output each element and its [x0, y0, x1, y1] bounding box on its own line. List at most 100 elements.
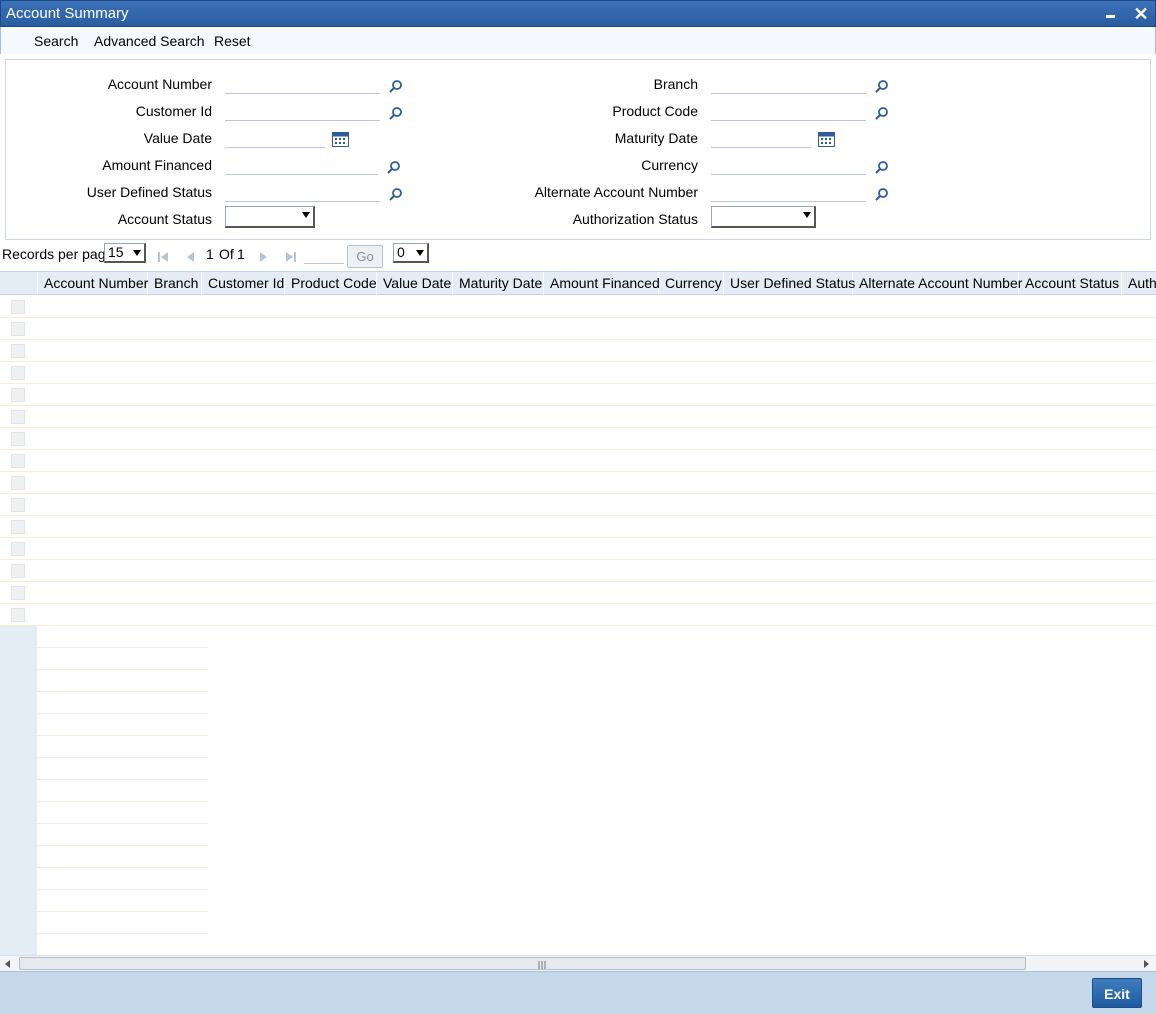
column-header-customer-id[interactable]: Customer Id [202, 272, 285, 295]
row-checkbox[interactable] [11, 322, 25, 336]
calendar-icon[interactable] [818, 131, 835, 147]
maturity-date-field[interactable] [711, 128, 811, 148]
column-header-user-defined-status[interactable]: User Defined Status [724, 272, 855, 295]
column-header-authorization-status[interactable]: Authorization Status [1122, 272, 1156, 295]
user-defined-status-label: User Defined Status [86, 184, 212, 200]
customer-id-field[interactable] [225, 101, 380, 121]
first-page-icon[interactable] [157, 251, 169, 263]
column-header-value-date[interactable]: Value Date [377, 272, 453, 295]
row-checkbox[interactable] [11, 564, 25, 578]
row-selector-stub [0, 912, 37, 934]
row-checkbox[interactable] [11, 366, 25, 380]
column-header-maturity-date[interactable]: Maturity Date [453, 272, 544, 295]
row-checkbox[interactable] [11, 344, 25, 358]
value-date-field[interactable] [225, 128, 325, 148]
column-header-account-number[interactable]: Account Number [38, 272, 148, 295]
records-per-page-select[interactable]: 15 [104, 243, 146, 263]
table-row[interactable] [0, 428, 1156, 450]
column-header-account-status[interactable]: Account Status [1019, 272, 1122, 295]
row-checkbox[interactable] [11, 542, 25, 556]
table-row[interactable] [0, 538, 1156, 560]
table-row[interactable] [0, 582, 1156, 604]
search-criteria-panel: Account Number Customer Id Value Date Am… [5, 59, 1151, 240]
search-button[interactable]: Search [34, 33, 78, 49]
row-checkbox[interactable] [11, 300, 25, 314]
authorization-status-select[interactable] [711, 206, 816, 228]
table-row[interactable] [0, 318, 1156, 340]
of-label: Of [219, 246, 234, 262]
table-row[interactable] [0, 560, 1156, 582]
alternate-account-number-search-icon[interactable] [875, 187, 889, 201]
next-page-icon[interactable] [257, 251, 269, 263]
empty-row [0, 780, 208, 802]
table-row[interactable] [0, 362, 1156, 384]
empty-row [0, 692, 208, 714]
records-per-page-label: Records per page [2, 246, 114, 262]
table-row[interactable] [0, 494, 1156, 516]
row-checkbox[interactable] [11, 410, 25, 424]
row-checkbox[interactable] [11, 608, 25, 622]
row-checkbox[interactable] [11, 586, 25, 600]
table-row[interactable] [0, 406, 1156, 428]
table-row[interactable] [0, 384, 1156, 406]
product-code-field[interactable] [711, 101, 866, 121]
last-page-icon[interactable] [285, 251, 297, 263]
total-pages: 1 [237, 246, 245, 262]
account-status-select[interactable] [225, 206, 315, 228]
currency-field[interactable] [711, 155, 866, 175]
product-code-search-icon[interactable] [875, 106, 889, 120]
scroll-right-icon[interactable] [1144, 960, 1149, 968]
row-checkbox[interactable] [11, 520, 25, 534]
table-row[interactable] [0, 604, 1156, 626]
row-checkbox[interactable] [11, 476, 25, 490]
column-header-currency[interactable]: Currency [659, 272, 724, 295]
go-button[interactable]: Go [347, 245, 383, 268]
row-checkbox[interactable] [11, 454, 25, 468]
customer-id-search-icon[interactable] [389, 106, 403, 120]
select-all-header[interactable] [0, 272, 38, 295]
currency-search-icon[interactable] [875, 160, 889, 174]
column-header-branch[interactable]: Branch [148, 272, 202, 295]
chevron-down-icon [133, 250, 141, 256]
table-row[interactable] [0, 340, 1156, 362]
advanced-search-button[interactable]: Advanced Search [94, 33, 205, 49]
empty-row [0, 846, 208, 868]
scroll-left-icon[interactable] [5, 960, 10, 968]
amount-financed-field[interactable] [225, 155, 378, 175]
minimize-icon[interactable] [1101, 4, 1121, 24]
row-checkbox[interactable] [11, 432, 25, 446]
grid-header: Account Number Branch Customer Id Produc… [0, 271, 1156, 295]
footer-bar: Exit [0, 971, 1156, 1014]
empty-row [0, 934, 208, 955]
column-header-amount-financed[interactable]: Amount Financed [544, 272, 660, 295]
row-selector-stub [0, 670, 37, 692]
table-row[interactable] [0, 516, 1156, 538]
table-row[interactable] [0, 472, 1156, 494]
horizontal-scrollbar[interactable] [0, 955, 1156, 971]
row-checkbox[interactable] [11, 498, 25, 512]
account-number-search-icon[interactable] [389, 79, 403, 93]
empty-row [0, 648, 208, 670]
account-number-field[interactable] [225, 74, 380, 94]
row-checkbox[interactable] [11, 388, 25, 402]
scrollbar-thumb[interactable] [19, 957, 1026, 970]
alternate-account-number-field[interactable] [711, 182, 866, 202]
exit-button[interactable]: Exit [1092, 978, 1142, 1008]
table-row[interactable] [0, 450, 1156, 472]
previous-page-icon[interactable] [185, 251, 197, 263]
user-defined-status-search-icon[interactable] [389, 187, 403, 201]
reset-button[interactable]: Reset [214, 33, 251, 49]
branch-search-icon[interactable] [875, 79, 889, 93]
column-header-product-code[interactable]: Product Code [285, 272, 377, 295]
branch-field[interactable] [711, 74, 866, 94]
row-selector-stub [0, 626, 37, 648]
extra-select[interactable]: 0 [393, 243, 429, 263]
table-row[interactable] [0, 296, 1156, 318]
page-number-input[interactable] [304, 244, 344, 264]
pagination-bar: Records per page 15 1 Of 1 0 [0, 242, 1156, 270]
column-header-alternate-account-number[interactable]: Alternate Account Number [853, 272, 1022, 295]
close-icon[interactable]: ✕ [1131, 4, 1151, 24]
calendar-icon[interactable] [332, 131, 349, 147]
user-defined-status-field[interactable] [225, 182, 380, 202]
amount-financed-search-icon[interactable] [387, 160, 401, 174]
